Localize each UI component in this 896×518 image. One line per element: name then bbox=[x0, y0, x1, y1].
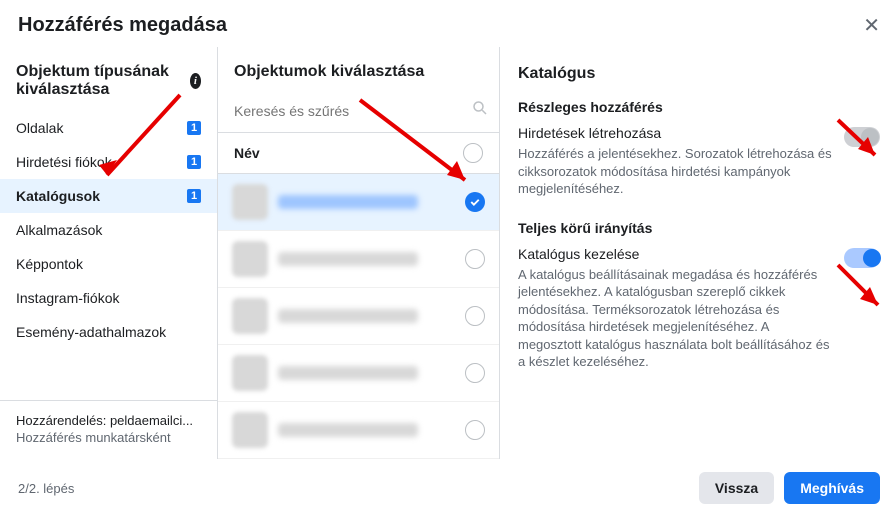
object-row[interactable] bbox=[218, 402, 499, 459]
close-icon: ✕ bbox=[863, 15, 880, 37]
object-select-panel: Objektumok kiválasztása Név bbox=[218, 47, 500, 459]
back-button[interactable]: Vissza bbox=[699, 472, 774, 504]
select-all-checkbox[interactable] bbox=[463, 143, 483, 163]
info-icon[interactable]: i bbox=[190, 73, 201, 89]
asset-type-title: Katalógus bbox=[518, 65, 880, 83]
sidebar-item-label: Katalógusok bbox=[16, 188, 100, 204]
toggle-create-ads[interactable] bbox=[844, 127, 880, 147]
row-checkbox[interactable] bbox=[465, 249, 485, 269]
sidebar-item-event-datasets[interactable]: Esemény-adathalmazok bbox=[0, 315, 217, 349]
row-checkbox[interactable] bbox=[465, 306, 485, 326]
sidebar-item-label: Képpontok bbox=[16, 256, 83, 272]
full-control-header: Teljes körű irányítás bbox=[518, 220, 880, 236]
assignee-line: Hozzárendelés: peldaemailci... bbox=[16, 413, 201, 428]
close-button[interactable]: ✕ bbox=[863, 16, 880, 36]
perm-manage-catalog-title: Katalógus kezelése bbox=[518, 246, 832, 262]
sidebar-item-catalogs[interactable]: Katalógusok 1 bbox=[0, 179, 217, 213]
assignment-summary: Hozzárendelés: peldaemailci... Hozzáféré… bbox=[0, 400, 217, 459]
checkmark-icon bbox=[465, 192, 485, 212]
object-thumb bbox=[232, 298, 268, 334]
sidebar-item-label: Esemény-adathalmazok bbox=[16, 324, 166, 340]
search-input[interactable] bbox=[234, 103, 471, 119]
sidebar-item-label: Instagram-fiókok bbox=[16, 290, 119, 306]
object-thumb bbox=[232, 355, 268, 391]
perm-create-ads-desc: Hozzáférés a jelentésekhez. Sorozatok lé… bbox=[518, 145, 832, 198]
object-row[interactable] bbox=[218, 288, 499, 345]
step-indicator: 2/2. lépés bbox=[18, 481, 74, 496]
access-role-line: Hozzáférés munkatársként bbox=[16, 430, 201, 445]
partial-access-header: Részleges hozzáférés bbox=[518, 99, 880, 115]
object-thumb bbox=[232, 241, 268, 277]
permissions-panel: Katalógus Részleges hozzáférés Hirdetése… bbox=[500, 47, 896, 459]
object-thumb bbox=[232, 412, 268, 448]
count-badge: 1 bbox=[187, 189, 201, 203]
sidebar-item-ad-accounts[interactable]: Hirdetési fiókok 1 bbox=[0, 145, 217, 179]
perm-create-ads-title: Hirdetések létrehozása bbox=[518, 125, 832, 141]
object-row[interactable] bbox=[218, 231, 499, 288]
object-thumb bbox=[232, 184, 268, 220]
object-row[interactable] bbox=[218, 174, 499, 231]
toggle-manage-catalog[interactable] bbox=[844, 248, 880, 268]
row-checkbox[interactable] bbox=[465, 363, 485, 383]
perm-manage-catalog-desc: A katalógus beállításainak megadása és h… bbox=[518, 266, 832, 371]
object-name bbox=[278, 195, 418, 209]
object-select-title: Objektumok kiválasztása bbox=[218, 47, 499, 93]
name-column-header: Név bbox=[234, 145, 260, 161]
object-name bbox=[278, 366, 418, 380]
object-row[interactable] bbox=[218, 345, 499, 402]
object-name bbox=[278, 309, 418, 323]
sidebar-item-apps[interactable]: Alkalmazások bbox=[0, 213, 217, 247]
object-type-title: Objektum típusának kiválasztása bbox=[16, 63, 190, 99]
object-name bbox=[278, 423, 418, 437]
search-icon bbox=[471, 99, 489, 122]
modal-title: Hozzáférés megadása bbox=[18, 14, 227, 37]
sidebar-item-instagram[interactable]: Instagram-fiókok bbox=[0, 281, 217, 315]
sidebar-item-label: Hirdetési fiókok bbox=[16, 154, 112, 170]
count-badge: 1 bbox=[187, 121, 201, 135]
sidebar-item-pages[interactable]: Oldalak 1 bbox=[0, 111, 217, 145]
invite-button[interactable]: Meghívás bbox=[784, 472, 880, 504]
object-name bbox=[278, 252, 418, 266]
sidebar-item-pixels[interactable]: Képpontok bbox=[0, 247, 217, 281]
sidebar-item-label: Alkalmazások bbox=[16, 222, 102, 238]
row-checkbox[interactable] bbox=[465, 420, 485, 440]
sidebar-item-label: Oldalak bbox=[16, 120, 63, 136]
object-type-panel: Objektum típusának kiválasztása i Oldala… bbox=[0, 47, 218, 459]
count-badge: 1 bbox=[187, 155, 201, 169]
